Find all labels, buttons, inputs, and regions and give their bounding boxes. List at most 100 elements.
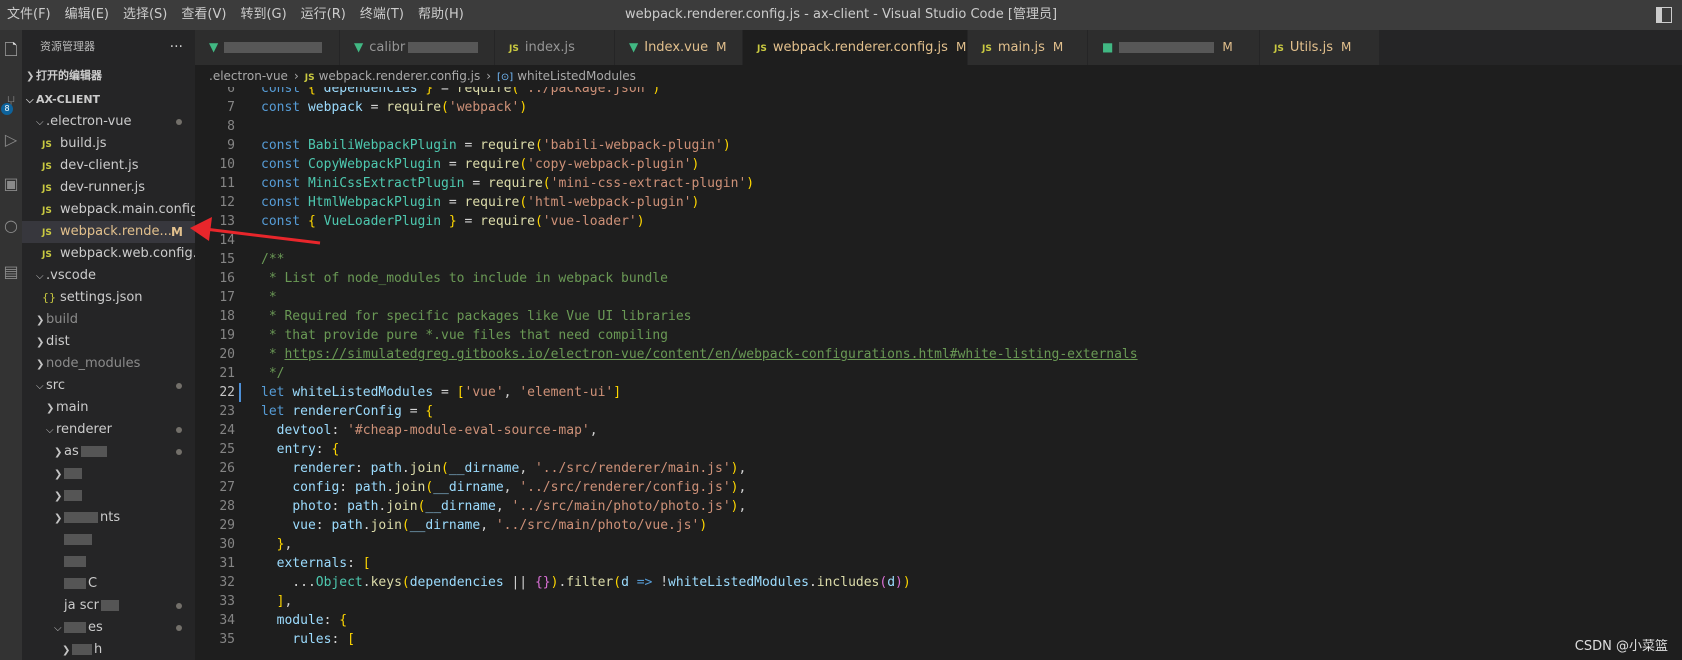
breadcrumb-file[interactable]: webpack.renderer.config.js xyxy=(319,69,481,83)
tab-index-vue[interactable]: ▼ Index.vue M xyxy=(615,30,743,65)
tree-file-blurred-4[interactable] xyxy=(22,551,195,573)
blurred-text xyxy=(64,578,86,589)
tree-file-webpack-renderer-config[interactable]: JS webpack.rende... M xyxy=(22,221,195,243)
tree-folder-build[interactable]: ❯ build xyxy=(22,309,195,331)
tab-main-js[interactable]: JS main.js M xyxy=(968,30,1088,65)
tree-file-webpack-web-config[interactable]: JS webpack.web.config.js xyxy=(22,243,195,265)
menu-selection[interactable]: 选择(S) xyxy=(116,0,174,30)
json-file-icon: {} xyxy=(42,291,56,304)
tree-file-blurred-5[interactable]: C xyxy=(22,573,195,595)
code-line[interactable]: 9 const BabiliWebpackPlugin = require('ba… xyxy=(195,136,1675,155)
line-number: 22 xyxy=(219,385,235,400)
tree-folder-assets[interactable]: ❯ as xyxy=(22,441,195,463)
code-line[interactable]: 35 rules: [ xyxy=(195,630,1675,649)
code-line[interactable]: 17 * xyxy=(195,288,1675,307)
tab-webpack-renderer-config[interactable]: JSwebpack.renderer.config.jsM✕ xyxy=(743,30,985,65)
code-line[interactable]: 13 const { VueLoaderPlugin } = require('v… xyxy=(195,212,1675,231)
code-line[interactable]: 23 let rendererConfig = { xyxy=(195,402,1675,421)
code-line[interactable]: 32 ...Object.keys(dependencies || {}).fi… xyxy=(195,573,1675,592)
code-line[interactable]: 20 * https://simulatedgreg.gitbooks.io/e… xyxy=(195,345,1675,364)
code-line[interactable]: 7 const webpack = require('webpack') xyxy=(195,98,1675,117)
tree-folder-blurred-6[interactable]: ❯ h xyxy=(22,639,195,660)
menu-run[interactable]: 运行(R) xyxy=(294,0,353,30)
code-line[interactable]: 8 xyxy=(195,117,1675,136)
tree-folder-dist[interactable]: ❯ dist xyxy=(22,331,195,353)
menu-go[interactable]: 转到(G) xyxy=(233,0,293,30)
tree-file-dev-runner-js[interactable]: JS dev-runner.js xyxy=(22,177,195,199)
breadcrumb-folder[interactable]: .electron-vue xyxy=(209,69,288,83)
menu-view[interactable]: 查看(V) xyxy=(174,0,233,30)
tree-file-javascript[interactable]: ja scr xyxy=(22,595,195,617)
breadcrumb-separator: › xyxy=(293,69,299,83)
code-line[interactable]: 15 /** xyxy=(195,250,1675,269)
line-number: 6 xyxy=(227,87,235,96)
chevron-right-icon: ❯ xyxy=(36,337,45,348)
code-line[interactable]: 10 const CopyWebpackPlugin = require('cop… xyxy=(195,155,1675,174)
menu-edit[interactable]: 编辑(E) xyxy=(58,0,116,30)
code-line[interactable]: 34 module: { xyxy=(195,611,1675,630)
tab-blurred-vue-1[interactable]: ▼ xyxy=(195,30,340,65)
current-line-marker xyxy=(239,383,241,402)
tree-folder-src[interactable]: ⌵ src xyxy=(22,375,195,397)
tree-file-webpack-main-config[interactable]: JS webpack.main.config... xyxy=(22,199,195,221)
code-text: vue: path.join(__dirname, '../src/main/p… xyxy=(292,518,708,533)
tree-folder-blurred-1[interactable]: ❯ xyxy=(22,463,195,485)
project-section[interactable]: ⌵ AX-CLIENT xyxy=(22,89,195,111)
tree-folder-node-modules[interactable]: ❯ node_modules xyxy=(22,353,195,375)
tree-folder-blurred-2[interactable]: ❯ xyxy=(22,485,195,507)
menu-help[interactable]: 帮助(H) xyxy=(411,0,471,30)
code-line[interactable]: 30 }, xyxy=(195,535,1675,554)
code-line[interactable]: 16 * List of node_modules to include in … xyxy=(195,269,1675,288)
tree-file-build-js[interactable]: JS build.js xyxy=(22,133,195,155)
tab-blurred-vue-2[interactable]: ■ M xyxy=(1088,30,1260,65)
line-number: 32 xyxy=(219,575,235,590)
bookmark-icon[interactable]: ▤ xyxy=(0,258,22,286)
extensions-icon[interactable]: ▣ xyxy=(0,170,22,198)
tab-calibr[interactable]: ▼ calibr xyxy=(340,30,495,65)
tree-folder-renderer[interactable]: ⌵ renderer xyxy=(22,419,195,441)
code-editor[interactable]: 6 const { dependencies } = require('../pa… xyxy=(195,87,1682,660)
code-line[interactable]: 24 devtool: '#cheap-module-eval-source-m… xyxy=(195,421,1675,440)
more-actions-icon[interactable]: ··· xyxy=(170,30,183,64)
modified-dot xyxy=(176,427,182,433)
code-line[interactable]: 14 xyxy=(195,231,1675,250)
code-line[interactable]: 6 const { dependencies } = require('../pa… xyxy=(195,87,1675,98)
code-line[interactable]: 26 renderer: path.join(__dirname, '../sr… xyxy=(195,459,1675,478)
code-line[interactable]: 11 const MiniCssExtractPlugin = require('… xyxy=(195,174,1675,193)
code-line[interactable]: 18 * Required for specific packages like… xyxy=(195,307,1675,326)
tree-folder-pages[interactable]: ⌵ es xyxy=(22,617,195,639)
modified-dot xyxy=(176,603,182,609)
code-line[interactable]: 21 */ xyxy=(195,364,1675,383)
code-line[interactable]: 29 vue: path.join(__dirname, '../src/mai… xyxy=(195,516,1675,535)
tree-folder-components[interactable]: ❯ nts xyxy=(22,507,195,529)
code-text: ...Object.keys(dependencies || {}).filte… xyxy=(261,575,911,590)
tree-file-dev-client-js[interactable]: JS dev-client.js xyxy=(22,155,195,177)
open-editors-section[interactable]: ❯ 打开的编辑器 xyxy=(22,65,195,87)
tree-folder-vscode[interactable]: ⌵ .vscode xyxy=(22,265,195,287)
explorer-icon[interactable]: 🗋 xyxy=(0,36,22,64)
tree-file-settings-json[interactable]: {} settings.json xyxy=(22,287,195,309)
code-line[interactable]: 19 * that provide pure *.vue files that … xyxy=(195,326,1675,345)
code-line[interactable]: 12 const HtmlWebpackPlugin = require('htm… xyxy=(195,193,1675,212)
tab-utils-js[interactable]: JS Utils.js M xyxy=(1260,30,1380,65)
code-line[interactable]: 25 entry: { xyxy=(195,440,1675,459)
run-debug-icon[interactable]: ▷ xyxy=(0,126,22,154)
tree-folder-main[interactable]: ❯ main xyxy=(22,397,195,419)
menu-file[interactable]: 文件(F) xyxy=(0,0,58,30)
tree-file-blurred-3[interactable] xyxy=(22,529,195,551)
layout-toggle-icon[interactable] xyxy=(1656,7,1672,23)
tab-index-js[interactable]: JS index.js xyxy=(495,30,615,65)
code-line[interactable]: 22 let whiteListedModules = ['vue', 'elem… xyxy=(195,383,1675,402)
breadcrumb-symbol[interactable]: whiteListedModules xyxy=(517,69,636,83)
code-line[interactable]: 31 externals: [ xyxy=(195,554,1675,573)
remote-icon[interactable]: ○ xyxy=(0,212,22,240)
menu-terminal[interactable]: 终端(T) xyxy=(353,0,411,30)
tab-label: main.js xyxy=(997,40,1045,55)
code-line[interactable]: 33 ], xyxy=(195,592,1675,611)
code-text: }, xyxy=(276,537,293,552)
tree-label: as xyxy=(64,444,79,459)
code-line[interactable]: 27 config: path.join(__dirname, '../src/… xyxy=(195,478,1675,497)
code-line[interactable]: 28 photo: path.join(__dirname, '../src/m… xyxy=(195,497,1675,516)
tree-folder-electron-vue[interactable]: ⌵ .electron-vue xyxy=(22,111,195,133)
editor-tab-bar: ▼ ▼ calibr JS index.js ▼ Index.vue M JS webpa… xyxy=(195,30,1682,65)
